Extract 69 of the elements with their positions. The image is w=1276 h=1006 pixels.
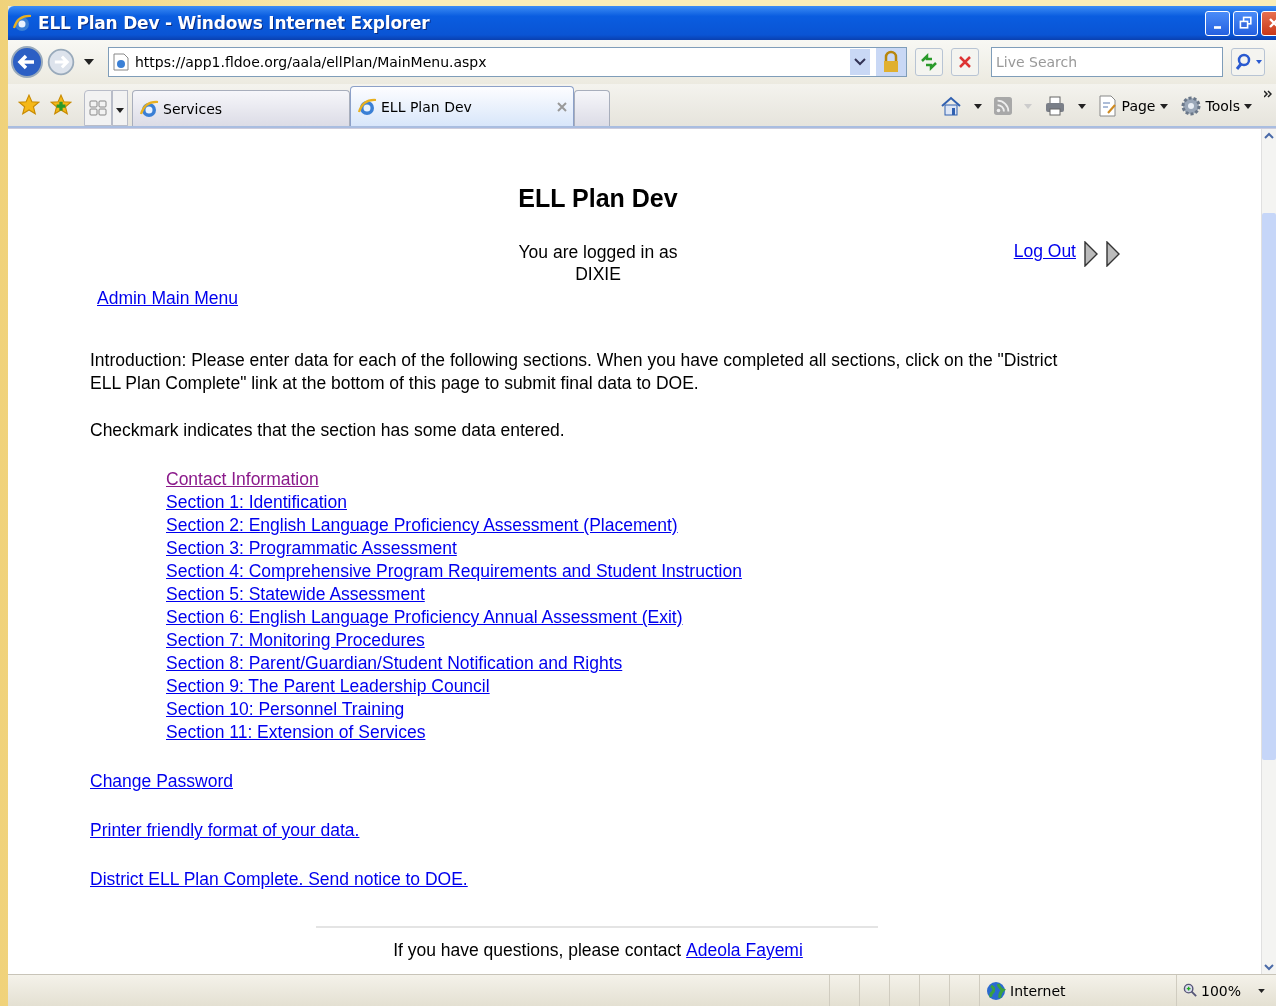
- printer-icon[interactable]: [1043, 95, 1066, 117]
- section-link[interactable]: Section 11: Extension of Services: [166, 721, 426, 744]
- page-heading: ELL Plan Dev: [517, 184, 679, 213]
- scrollbar[interactable]: [1261, 129, 1276, 974]
- zoom-button[interactable]: 100%: [1176, 975, 1276, 1006]
- section-link[interactable]: Contact Information: [166, 468, 319, 491]
- login-text: You are logged in as: [518, 241, 678, 263]
- page-menu-button[interactable]: Page: [1097, 95, 1168, 117]
- zoom-icon: [1183, 983, 1198, 998]
- restore-icon: [1237, 15, 1254, 31]
- section-link[interactable]: Section 1: Identification: [166, 491, 347, 514]
- play-icon[interactable]: [1084, 241, 1098, 267]
- search-field[interactable]: Live Search: [991, 47, 1223, 77]
- home-icon[interactable]: [939, 95, 962, 117]
- browser-logo-icon: [139, 98, 159, 119]
- page-link[interactable]: Change Password: [90, 770, 233, 793]
- tab-list-button[interactable]: [112, 90, 128, 126]
- intro-paragraph: Introduction: Please enter data for each of the following sections. When you have completed all sections, click on the "District ELL Plan Complete" link at the bottom of this page to submit final data to DOE.: [90, 349, 1059, 395]
- security-zone-text: Internet: [1010, 982, 1066, 999]
- address-field[interactable]: https://app1.fldoe.org/aala/ellPlan/MainMenu.aspx: [108, 47, 907, 77]
- tools-menu-button[interactable]: Tools: [1179, 95, 1252, 117]
- caret-icon[interactable]: [973, 103, 982, 109]
- page-link[interactable]: District ELL Plan Complete. Send notice to DOE.: [90, 868, 468, 891]
- section-link[interactable]: Section 8: Parent/Guardian/Student Notification and Rights: [166, 652, 623, 675]
- section-link[interactable]: Section 9: The Parent Leadership Council: [166, 675, 490, 698]
- note-text: Checkmark indicates that the section has some data entered.: [90, 420, 566, 441]
- page-icon: [1097, 95, 1118, 117]
- restore-button[interactable]: [1233, 10, 1258, 36]
- footer-text: If you have questions, please contact: [393, 940, 682, 961]
- browser-logo-icon: [357, 96, 377, 117]
- add-favorite-icon[interactable]: [50, 94, 72, 116]
- section-link[interactable]: Section 2: English Language Proficiency Assessment (Placement): [166, 514, 678, 537]
- back-button[interactable]: [10, 45, 44, 79]
- section-link[interactable]: Section 10: Personnel Training: [166, 698, 405, 721]
- section-link[interactable]: Section 4: Comprehensive Program Requirements and Student Instruction: [166, 560, 742, 583]
- browser-logo-icon: [12, 13, 32, 33]
- page-icon: [113, 53, 129, 71]
- caret-icon[interactable]: [1077, 103, 1086, 109]
- close-icon[interactable]: [557, 101, 567, 112]
- stop-button[interactable]: [951, 48, 979, 76]
- play-icon[interactable]: [1106, 241, 1120, 267]
- section-link[interactable]: Section 7: Monitoring Procedures: [166, 629, 425, 652]
- minimize-button[interactable]: [1205, 10, 1230, 36]
- star-icon[interactable]: [18, 94, 40, 116]
- dropdown-icon[interactable]: [850, 49, 870, 75]
- browser-tab[interactable]: Services: [132, 90, 350, 126]
- caret-icon: [1258, 988, 1266, 993]
- caret-icon[interactable]: [84, 59, 94, 65]
- admin-menu-link[interactable]: Admin Main Menu: [97, 288, 239, 308]
- page-link[interactable]: Printer friendly format of your data.: [90, 819, 360, 842]
- gear-icon: [1179, 95, 1202, 117]
- caret-icon: [116, 107, 124, 113]
- section-link[interactable]: Section 3: Programmatic Assessment: [166, 537, 457, 560]
- grid-icon: [88, 98, 108, 118]
- window-title: ELL Plan Dev - Windows Internet Explorer: [38, 13, 430, 33]
- caret-icon: [1159, 103, 1168, 109]
- browser-tab[interactable]: ELL Plan Dev: [350, 86, 574, 126]
- chevron-icon[interactable]: [1264, 90, 1272, 98]
- section-link[interactable]: Section 5: Statewide Assessment: [166, 583, 425, 606]
- globe-icon: [986, 980, 1006, 1001]
- log-out-link[interactable]: Log Out: [1013, 241, 1076, 262]
- refresh-button[interactable]: [915, 48, 943, 76]
- search-button[interactable]: [1231, 48, 1265, 76]
- refresh-icon: [919, 52, 939, 72]
- contact-link[interactable]: Adeola Fayemi: [686, 940, 803, 961]
- section-link[interactable]: Section 6: English Language Proficiency Annual Assessment (Exit): [166, 606, 683, 629]
- caret-icon: [1244, 103, 1252, 109]
- login-text: DIXIE: [575, 263, 621, 285]
- minimize-icon: [1214, 25, 1221, 29]
